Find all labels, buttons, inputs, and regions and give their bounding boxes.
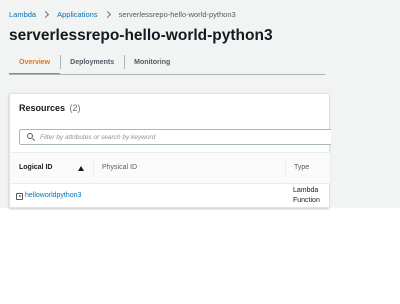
resources-count: (2) <box>69 103 81 113</box>
search-icon <box>27 133 35 141</box>
column-divider <box>285 161 286 177</box>
chevron-right-icon <box>103 10 111 18</box>
breadcrumb: Lambda Applications serverlessrepo-hello… <box>9 8 236 20</box>
breadcrumb-current: serverlessrepo-hello-world-python3 <box>118 9 236 19</box>
tab-monitoring[interactable]: Monitoring <box>124 49 180 75</box>
type-cell: Lambda Function <box>293 187 320 204</box>
chevron-right-icon <box>42 10 50 18</box>
search-input[interactable] <box>40 133 320 141</box>
search-box <box>19 129 331 145</box>
expand-caret-icon[interactable] <box>16 193 23 200</box>
column-divider <box>93 161 94 177</box>
breadcrumb-lambda-link[interactable]: Lambda <box>9 10 36 19</box>
tab-overview[interactable]: Overview <box>9 49 61 75</box>
tab-divider <box>9 74 325 75</box>
column-header-type[interactable]: Type <box>294 164 309 171</box>
breadcrumb-applications-link[interactable]: Applications <box>57 10 97 19</box>
resources-title: Resources <box>19 103 66 113</box>
resources-header: Resources (2) <box>19 103 81 113</box>
resources-panel: Resources (2) Logical ID Physical ID Typ… <box>9 93 331 209</box>
column-header-logical-id[interactable]: Logical ID <box>19 164 52 171</box>
table-header: Logical ID Physical ID Type <box>10 152 330 184</box>
column-header-physical-id[interactable]: Physical ID <box>102 164 137 171</box>
tab-deployments[interactable]: Deployments <box>60 49 124 75</box>
logical-id-link[interactable]: helloworldpython3 <box>25 192 81 199</box>
page-title: serverlessrepo-hello-world-python3 <box>9 27 273 44</box>
table-row: helloworldpython3 Lambda Function <box>10 185 330 209</box>
tab-bar: Overview Deployments Monitoring <box>9 49 325 75</box>
sort-ascending-icon[interactable] <box>78 166 84 171</box>
